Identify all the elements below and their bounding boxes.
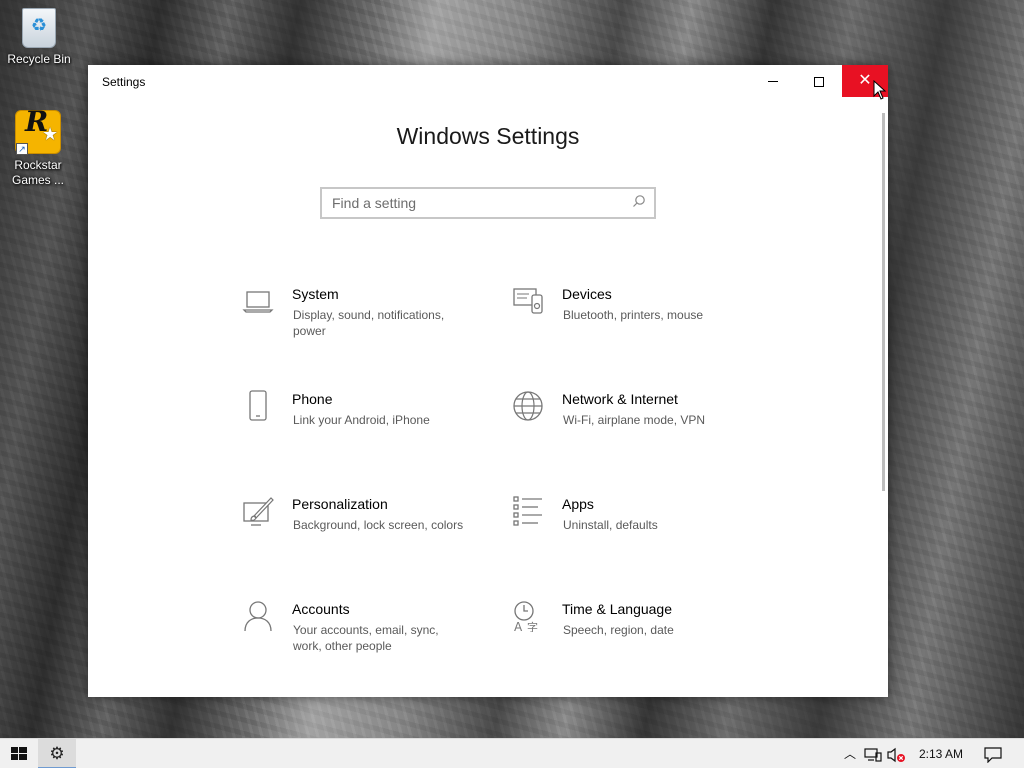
taskbar: ⚙ ︿ 2:13 AM [0, 738, 1024, 768]
category-name: Phone [292, 391, 333, 407]
minimize-button[interactable] [750, 65, 796, 97]
laptop-icon [242, 285, 274, 317]
close-icon: ✕ [858, 72, 872, 89]
search-box[interactable] [320, 187, 656, 219]
start-button[interactable] [0, 739, 38, 768]
category-description: Wi-Fi, airplane mode, VPN [563, 413, 706, 427]
notification-icon [984, 747, 1002, 764]
windows-logo-icon [11, 747, 27, 760]
search-icon[interactable] [632, 194, 646, 211]
desktop-icon-recycle-bin[interactable]: ♻ Recycle Bin [2, 8, 76, 67]
desktop-icon-label: Rockstar Games ... [11, 158, 64, 187]
rockstar-games-icon: R ★ ↗ [15, 108, 61, 155]
category-accounts[interactable]: Accounts Your accounts, email, sync, wor… [242, 600, 482, 670]
clock[interactable]: 2:13 AM [912, 739, 970, 768]
category-network-internet[interactable]: Network & Internet Wi-Fi, airplane mode,… [512, 390, 752, 460]
title-bar[interactable]: Settings ✕ [88, 65, 888, 97]
page-title: Windows Settings [396, 123, 580, 149]
volume-tray-icon[interactable] [884, 739, 908, 768]
category-name: Devices [562, 286, 612, 302]
category-apps[interactable]: Apps Uninstall, defaults [512, 495, 752, 565]
maximize-icon [814, 76, 824, 87]
category-description: Display, sound, notifications, power [293, 308, 445, 338]
desktop-icon-rockstar-games[interactable]: R ★ ↗ Rockstar Games ... [1, 108, 75, 188]
gear-icon: ⚙ [49, 744, 65, 763]
phone-icon [242, 390, 274, 422]
scrollbar[interactable] [882, 113, 885, 491]
devices-icon [512, 285, 544, 317]
category-description: Bluetooth, printers, mouse [563, 308, 704, 322]
category-phone[interactable]: Phone Link your Android, iPhone [242, 390, 482, 460]
category-name: Apps [562, 496, 594, 512]
category-description: Uninstall, defaults [563, 518, 658, 532]
settings-window: Settings ✕ Windows Settings System Displ… [88, 65, 888, 697]
category-name: Personalization [292, 496, 388, 512]
category-description: Background, lock screen, colors [293, 518, 464, 532]
desktop-icon-label: Recycle Bin [7, 52, 71, 66]
action-center-button[interactable] [978, 739, 1008, 768]
svg-text:A: A [514, 620, 523, 632]
chevron-up-icon: ︿ [843, 747, 856, 761]
mouse-cursor-icon [873, 79, 887, 105]
category-name: Network & Internet [562, 391, 678, 407]
recycle-bin-icon: ♻ [22, 8, 56, 48]
maximize-button[interactable] [796, 65, 842, 97]
show-hidden-icons-button[interactable]: ︿ [840, 739, 860, 768]
category-devices[interactable]: Devices Bluetooth, printers, mouse [512, 285, 752, 355]
network-tray-icon[interactable] [862, 739, 884, 768]
window-title: Settings [102, 75, 146, 89]
category-name: Time & Language [562, 601, 672, 617]
category-description: Your accounts, email, sync, work, other … [293, 623, 439, 653]
taskbar-settings-app[interactable]: ⚙ [38, 739, 76, 768]
category-description: Link your Android, iPhone [293, 413, 430, 427]
category-name: Accounts [292, 601, 350, 617]
search-input[interactable] [322, 189, 612, 217]
category-time-language[interactable]: A字 Time & Language Speech, region, date [512, 600, 752, 670]
category-system[interactable]: System Display, sound, notifications, po… [242, 285, 482, 355]
person-icon [242, 600, 274, 632]
category-name: System [292, 286, 339, 302]
globe-icon [512, 390, 544, 422]
category-description: Speech, region, date [563, 623, 674, 637]
apps-list-icon [512, 495, 544, 527]
category-personalization[interactable]: Personalization Background, lock screen,… [242, 495, 482, 565]
time-language-icon: A字 [512, 600, 544, 634]
svg-text:字: 字 [527, 620, 538, 632]
minimize-icon [768, 81, 778, 83]
paint-icon [242, 495, 274, 527]
